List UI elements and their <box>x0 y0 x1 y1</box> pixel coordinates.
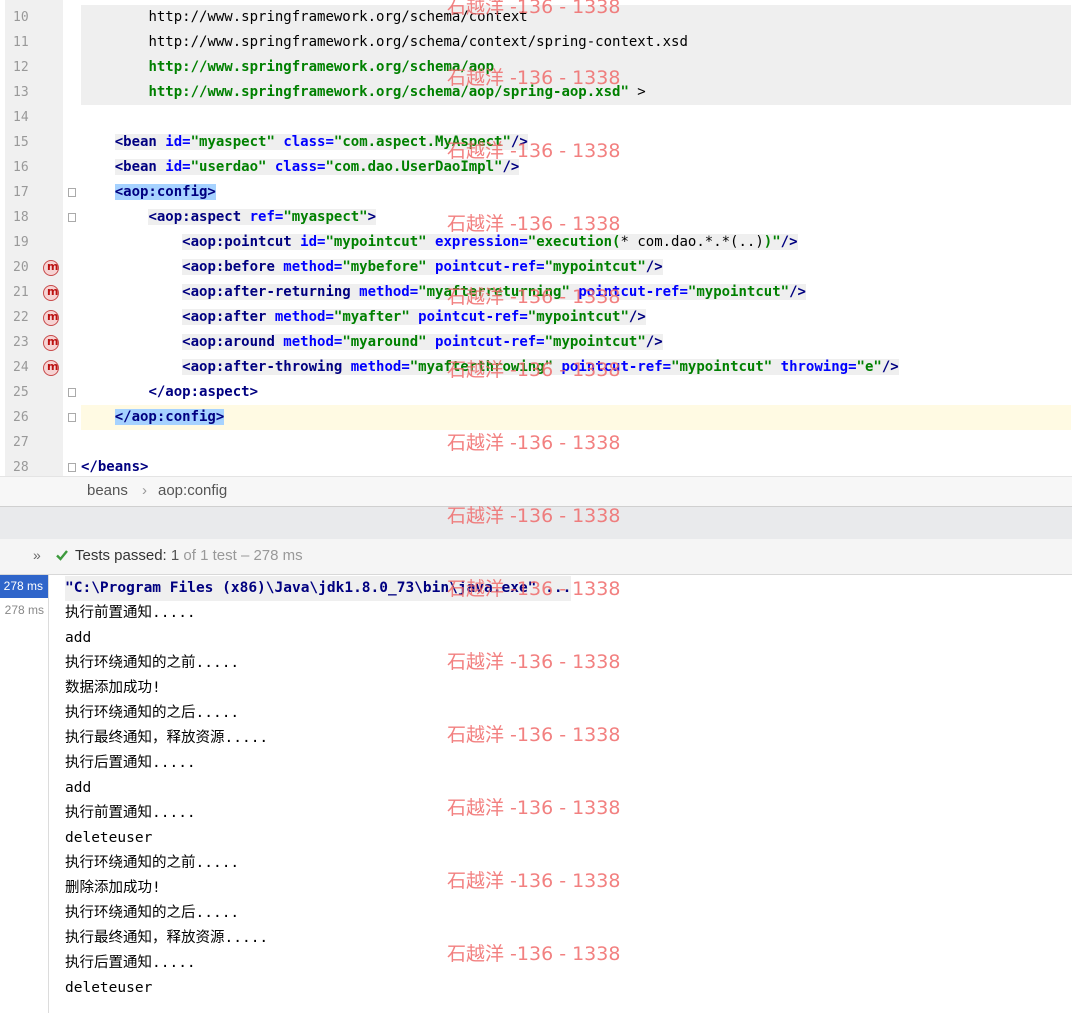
line-number: 12 <box>13 60 29 75</box>
fold-icon[interactable] <box>68 413 76 422</box>
line-number: 21 <box>13 285 29 300</box>
status-label: Tests passed: <box>75 547 167 564</box>
test-status-bar: » Tests passed: 1 of 1 test – 278 ms <box>0 539 1072 575</box>
console-line: 数据添加成功! <box>65 680 161 696</box>
console-line: 执行后置通知..... <box>65 755 196 771</box>
aop-advice-icon[interactable] <box>43 335 59 351</box>
line-number: 13 <box>13 85 29 100</box>
line-number: 26 <box>13 410 29 425</box>
line-number: 18 <box>13 210 29 225</box>
aop-advice-icon[interactable] <box>43 260 59 276</box>
status-count: 1 <box>170 547 180 564</box>
console-line: deleteuser <box>65 830 153 846</box>
watermark: 石越洋 -136 - 1338 <box>447 651 621 673</box>
fold-icon[interactable] <box>68 188 76 197</box>
breadcrumb-item-beans[interactable]: beans <box>87 482 128 499</box>
line-number: 22 <box>13 310 29 325</box>
code-line: <aop:around method="myaround" pointcut-r… <box>182 334 663 350</box>
line-number: 16 <box>13 160 29 175</box>
watermark: 石越洋 -136 - 1338 <box>447 870 621 892</box>
code-line: <aop:config> <box>114 184 216 200</box>
line-number: 20 <box>13 260 29 275</box>
console-line: 执行前置通知..... <box>65 605 196 621</box>
watermark: 石越洋 -136 - 1338 <box>447 359 621 381</box>
fold-column <box>63 0 81 476</box>
console-line: deleteuser <box>65 980 153 996</box>
watermark: 石越洋 -136 - 1338 <box>447 213 621 235</box>
code-line: </aop:aspect> <box>148 384 259 400</box>
watermark: 石越洋 -136 - 1338 <box>447 67 621 89</box>
watermark: 石越洋 -136 - 1338 <box>447 797 621 819</box>
code-line: <aop:before method="mybefore" pointcut-r… <box>182 259 663 275</box>
test-tree: 278 ms 278 ms <box>0 575 49 1013</box>
code-line: http://www.springframework.org/schema/co… <box>81 30 1071 55</box>
console-output: "C:\Program Files (x86)\Java\jdk1.8.0_73… <box>65 576 572 1001</box>
breadcrumb-item-aop-config[interactable]: aop:config <box>158 482 227 499</box>
line-number: 17 <box>13 185 29 200</box>
watermark: 石越洋 -136 - 1338 <box>447 943 621 965</box>
console-line: 执行环绕通知的之后..... <box>65 905 240 921</box>
watermark: 石越洋 -136 - 1338 <box>447 286 621 308</box>
code-line: </beans> <box>81 459 149 475</box>
current-code-line: </aop:config> <box>81 405 1071 430</box>
watermark: 石越洋 -136 - 1338 <box>447 724 621 746</box>
aop-advice-icon[interactable] <box>43 310 59 326</box>
line-number: 27 <box>13 435 29 450</box>
line-number: 14 <box>13 110 29 125</box>
aop-advice-icon[interactable] <box>43 360 59 376</box>
test-tree-item[interactable]: 278 ms <box>0 599 44 622</box>
status-detail: of 1 test – 278 ms <box>183 547 303 564</box>
line-number: 23 <box>13 335 29 350</box>
watermark: 石越洋 -136 - 1338 <box>447 0 621 18</box>
fold-icon[interactable] <box>68 463 76 472</box>
expand-chevron-icon[interactable]: » <box>33 547 41 563</box>
watermark: 石越洋 -136 - 1338 <box>447 505 621 527</box>
line-number: 25 <box>13 385 29 400</box>
watermark: 石越洋 -136 - 1338 <box>447 432 621 454</box>
watermark: 石越洋 -136 - 1338 <box>447 578 621 600</box>
watermark: 石越洋 -136 - 1338 <box>447 140 621 162</box>
aop-advice-icon[interactable] <box>43 285 59 301</box>
line-number: 19 <box>13 235 29 250</box>
line-number: 11 <box>13 35 29 50</box>
test-status-text: Tests passed: 1 of 1 test – 278 ms <box>75 547 303 564</box>
line-number: 15 <box>13 135 29 150</box>
line-number: 24 <box>13 360 29 375</box>
test-tree-item-selected[interactable]: 278 ms <box>0 575 48 598</box>
fold-icon[interactable] <box>68 213 76 222</box>
fold-icon[interactable] <box>68 388 76 397</box>
line-number: 28 <box>13 460 29 475</box>
line-number: 10 <box>13 10 29 25</box>
check-icon <box>56 550 68 561</box>
breadcrumb-separator-icon: › <box>142 482 147 499</box>
line-number-gutter: 10 11 12 13 14 15 16 17 18 19 20 21 22 2… <box>5 0 63 476</box>
